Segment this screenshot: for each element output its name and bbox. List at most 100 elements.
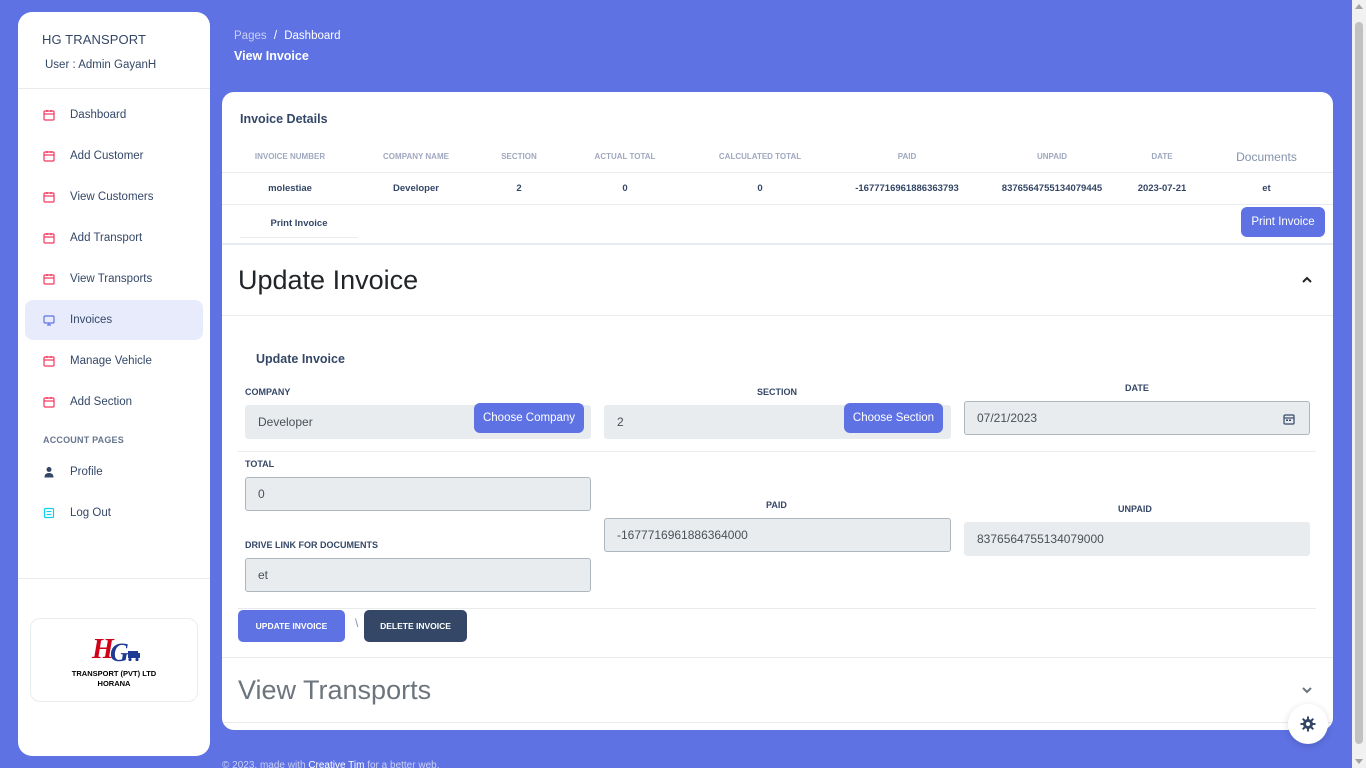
- cell-unpaid: 8376564755134079445: [980, 172, 1124, 205]
- cell-company-name: Developer: [358, 172, 474, 205]
- calendar-picker-icon[interactable]: [1283, 413, 1295, 425]
- footer-suffix: for a better web.: [367, 760, 440, 768]
- sidebar-item-logout[interactable]: Log Out: [25, 493, 203, 533]
- monitor-icon: [43, 314, 55, 326]
- drive-link-label: DRIVE LINK FOR DOCUMENTS: [245, 540, 379, 550]
- sidebar-item-label: Profile: [70, 466, 103, 478]
- calendar-icon: [43, 109, 55, 121]
- paid-input[interactable]: -1677716961886364000: [604, 518, 951, 552]
- delete-invoice-button[interactable]: DELETE INVOICE: [364, 610, 467, 642]
- breadcrumb-current: Dashboard: [284, 30, 341, 42]
- logout-icon: [43, 507, 55, 519]
- update-invoice-accordion-header[interactable]: Update Invoice: [222, 245, 1333, 316]
- divider: [18, 88, 210, 89]
- sidebar-item-profile[interactable]: Profile: [25, 452, 203, 492]
- column-header: CALCULATED TOTAL: [686, 142, 834, 173]
- sidebar-item-add-customer[interactable]: Add Customer: [25, 136, 203, 176]
- sidebar-item-label: Add Transport: [70, 232, 143, 244]
- logo-line-2: HORANA: [97, 679, 131, 688]
- sidebar-item-dashboard[interactable]: Dashboard: [25, 95, 203, 135]
- total-input[interactable]: 0: [245, 477, 591, 511]
- sidebar-item-invoices[interactable]: Invoices: [25, 300, 203, 340]
- chevron-down-icon: [1302, 687, 1312, 694]
- footer-prefix: © 2023, made with: [222, 760, 306, 768]
- scroll-up-icon[interactable]: [1355, 4, 1363, 9]
- brand: HG TRANSPORT User : Admin GayanH: [18, 12, 210, 71]
- user-icon: [43, 466, 55, 478]
- page-title: View Invoice: [234, 49, 309, 63]
- cell-documents[interactable]: et: [1200, 172, 1333, 205]
- sidebar-nav: Dashboard Add Customer View Customers Ad…: [18, 95, 210, 533]
- column-header: ACTUAL TOTAL: [564, 142, 686, 173]
- section-label: SECTION: [757, 387, 798, 397]
- sidebar-item-label: Invoices: [70, 314, 113, 326]
- column-header: INVOICE NUMBER: [222, 142, 358, 173]
- unpaid-input[interactable]: 8376564755134079000: [964, 522, 1310, 556]
- divider: [238, 451, 1316, 452]
- column-header: SECTION: [474, 142, 564, 173]
- button-separator: \: [355, 616, 359, 630]
- unpaid-label: UNPAID: [1118, 504, 1152, 514]
- scroll-down-icon[interactable]: [1355, 759, 1363, 764]
- calendar-icon: [43, 396, 55, 408]
- sidebar-item-manage-vehicle[interactable]: Manage Vehicle: [25, 341, 203, 381]
- accordion-title: Update Invoice: [238, 264, 419, 295]
- column-header: COMPANY NAME: [358, 142, 474, 173]
- column-header: PAID: [834, 142, 980, 173]
- calendar-icon: [43, 191, 55, 203]
- footer-link[interactable]: Creative Tim: [308, 760, 364, 768]
- column-header: Documents: [1200, 142, 1333, 173]
- print-invoice-button[interactable]: Print Invoice: [1241, 207, 1325, 237]
- date-input[interactable]: 07/21/2023: [964, 401, 1310, 435]
- view-transports-accordion-header[interactable]: View Transports: [222, 657, 1333, 723]
- scrollbar-thumb[interactable]: [1355, 22, 1363, 744]
- sidebar-item-label: Log Out: [70, 507, 111, 519]
- accordion-title: View Transports: [238, 674, 432, 705]
- calendar-icon: [43, 355, 55, 367]
- sidebar-item-add-section[interactable]: Add Section: [25, 382, 203, 422]
- update-invoice-subtitle: Update Invoice: [256, 352, 345, 366]
- paid-label: PAID: [766, 500, 787, 510]
- sidebar-item-label: Add Customer: [70, 150, 144, 162]
- invoice-card: Invoice Details INVOICE NUMBER COMPANY N…: [222, 92, 1333, 730]
- brand-title[interactable]: HG TRANSPORT: [42, 32, 210, 47]
- calendar-icon: [43, 273, 55, 285]
- cell-section: 2: [474, 172, 564, 205]
- divider: [18, 578, 210, 579]
- gear-icon: [1300, 716, 1316, 732]
- company-logo-card: H G TRANSPORT (PVT) LTD HORANA: [30, 618, 198, 702]
- page-scrollbar[interactable]: [1352, 0, 1366, 768]
- column-header: UNPAID: [980, 142, 1124, 173]
- total-label: TOTAL: [245, 459, 275, 469]
- sidebar-item-label: Add Section: [70, 396, 133, 408]
- drive-link-input[interactable]: et: [245, 558, 591, 592]
- cell-invoice-number: molestiae: [222, 172, 358, 205]
- cell-paid: -1677716961886363793: [834, 172, 980, 205]
- print-invoice-link[interactable]: Print Invoice: [240, 210, 358, 238]
- choose-company-button[interactable]: Choose Company: [474, 403, 584, 433]
- sidebar-item-add-transport[interactable]: Add Transport: [25, 218, 203, 258]
- sidebar-item-label: View Customers: [70, 191, 154, 203]
- table-header-row: INVOICE NUMBER COMPANY NAME SECTION ACTU…: [222, 142, 1333, 173]
- calendar-icon: [43, 150, 55, 162]
- settings-button[interactable]: [1288, 704, 1328, 744]
- sidebar-item-view-transports[interactable]: View Transports: [25, 259, 203, 299]
- column-header: DATE: [1124, 142, 1200, 173]
- date-value: 07/21/2023: [977, 411, 1038, 425]
- choose-section-button[interactable]: Choose Section: [844, 403, 943, 433]
- sidebar-item-label: Manage Vehicle: [70, 355, 152, 367]
- breadcrumb: Pages / Dashboard: [234, 30, 340, 42]
- company-label: COMPANY: [245, 387, 291, 397]
- invoice-details-title: Invoice Details: [240, 112, 328, 126]
- sidebar-item-view-customers[interactable]: View Customers: [25, 177, 203, 217]
- breadcrumb-root[interactable]: Pages: [234, 30, 267, 42]
- cell-date: 2023-07-21: [1124, 172, 1200, 205]
- logo-line-1: TRANSPORT (PVT) LTD: [71, 669, 157, 678]
- sidebar-item-label: View Transports: [70, 273, 153, 285]
- sidebar: HG TRANSPORT User : Admin GayanH Dashboa…: [18, 12, 210, 756]
- sidebar-item-label: Dashboard: [70, 109, 127, 121]
- chevron-up-icon: [1302, 276, 1312, 283]
- update-invoice-button[interactable]: UPDATE INVOICE: [238, 610, 345, 642]
- divider: [238, 608, 1316, 609]
- cell-actual-total: 0: [564, 172, 686, 205]
